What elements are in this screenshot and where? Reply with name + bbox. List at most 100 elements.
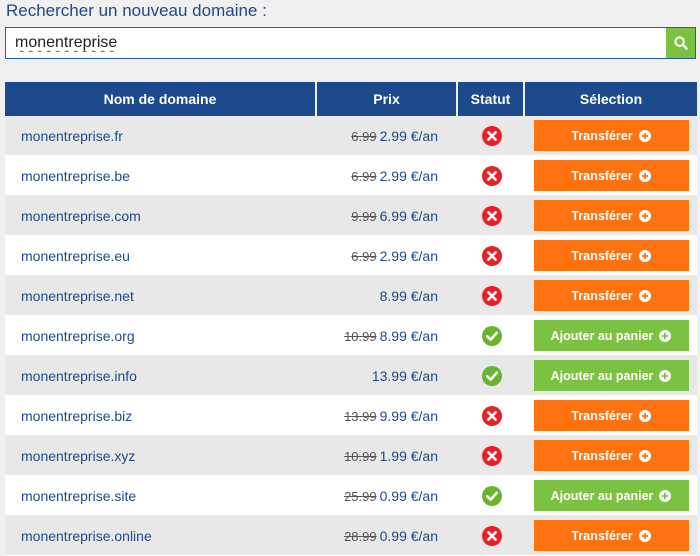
action-button-label: Transférer (571, 448, 633, 463)
action-button-label: Ajouter au panier (550, 488, 654, 503)
price-cell: 13.99 9.99 €/an (317, 396, 458, 436)
unavailable-cross-icon (481, 525, 502, 546)
column-header-selection: Sélection (525, 82, 697, 116)
table-row: monentreprise.site 25.99 0.99 €/an Ajoute… (5, 476, 697, 516)
transfer-button[interactable]: Transférer (533, 400, 689, 431)
add-to-cart-button[interactable]: Ajouter au panier (533, 480, 689, 511)
status-cell (458, 476, 525, 516)
action-button-label: Ajouter au panier (550, 328, 654, 343)
action-button-label: Transférer (571, 408, 633, 423)
status-cell (458, 316, 525, 356)
unavailable-cross-icon (481, 445, 502, 466)
column-header-price: Prix (317, 82, 458, 116)
current-price: 8.99 €/an (379, 327, 438, 344)
price-cell: 6.99 2.99 €/an (317, 116, 458, 156)
transfer-button[interactable]: Transférer (533, 440, 689, 471)
selection-cell: Ajouter au panier (525, 476, 697, 516)
current-price: 9.99 €/an (379, 407, 438, 424)
selection-cell: Transférer (525, 436, 697, 476)
column-header-status: Statut (458, 82, 525, 116)
domain-name: monentreprise.com (5, 196, 317, 236)
unavailable-cross-icon (481, 125, 502, 146)
available-check-icon (481, 325, 502, 346)
current-price: 0.99 €/an (379, 527, 438, 544)
current-price: 8.99 €/an (379, 287, 438, 304)
selection-cell: Transférer (525, 236, 697, 276)
table-row: monentreprise.be 6.99 2.99 €/an Transfére… (5, 156, 697, 196)
add-to-cart-button[interactable]: Ajouter au panier (533, 360, 689, 391)
current-price: 0.99 €/an (379, 487, 438, 504)
selection-cell: Transférer (525, 116, 697, 156)
price-cell: 9.99 6.99 €/an (317, 196, 458, 236)
price-cell: 25.99 0.99 €/an (317, 476, 458, 516)
action-button-label: Transférer (571, 248, 633, 263)
old-price: 28.99 (344, 528, 377, 544)
plus-circle-icon (659, 329, 672, 342)
table-row: monentreprise.fr 6.99 2.99 €/an Transfére… (5, 116, 697, 156)
transfer-button[interactable]: Transférer (533, 240, 689, 271)
selection-cell: Transférer (525, 516, 697, 556)
current-price: 2.99 €/an (379, 247, 438, 264)
domain-name: monentreprise.site (5, 476, 317, 516)
domain-name: monentreprise.net (5, 276, 317, 316)
table-row: monentreprise.org 10.99 8.99 €/an Ajouter… (5, 316, 697, 356)
domain-results-table: Nom de domaine Prix Statut Sélection mon… (5, 82, 697, 556)
plus-circle-icon (638, 249, 651, 262)
status-cell (458, 156, 525, 196)
action-button-label: Transférer (571, 528, 633, 543)
search-input[interactable] (6, 28, 666, 58)
plus-circle-icon (638, 169, 651, 182)
selection-cell: Ajouter au panier (525, 356, 697, 396)
current-price: 2.99 €/an (379, 127, 438, 144)
search-label: Rechercher un nouveau domaine : (6, 1, 267, 20)
column-header-domain: Nom de domaine (5, 82, 317, 116)
old-price: 10.99 (344, 448, 377, 464)
available-check-icon (481, 365, 502, 386)
price-cell: 6.99 2.99 €/an (317, 236, 458, 276)
table-header-row: Nom de domaine Prix Statut Sélection (5, 82, 697, 116)
selection-cell: Transférer (525, 196, 697, 236)
add-to-cart-button[interactable]: Ajouter au panier (533, 320, 689, 351)
unavailable-cross-icon (481, 405, 502, 426)
transfer-button[interactable]: Transférer (533, 280, 689, 311)
transfer-button[interactable]: Transférer (533, 120, 689, 151)
status-cell (458, 396, 525, 436)
action-button-label: Transférer (571, 128, 633, 143)
current-price: 6.99 €/an (379, 207, 438, 224)
old-price: 6.99 (351, 128, 377, 144)
price-cell: 13.99 €/an (317, 356, 458, 396)
domain-name: monentreprise.eu (5, 236, 317, 276)
transfer-button[interactable]: Transférer (533, 160, 689, 191)
search-box (5, 27, 696, 59)
old-price: 6.99 (351, 168, 377, 184)
plus-circle-icon (659, 369, 672, 382)
unavailable-cross-icon (481, 245, 502, 266)
price-cell: 10.99 8.99 €/an (317, 316, 458, 356)
available-check-icon (481, 485, 502, 506)
transfer-button[interactable]: Transférer (533, 520, 689, 551)
plus-circle-icon (638, 449, 651, 462)
table-row: monentreprise.biz 13.99 9.99 €/an Transfé… (5, 396, 697, 436)
table-row: monentreprise.eu 6.99 2.99 €/an Transfére… (5, 236, 697, 276)
unavailable-cross-icon (481, 165, 502, 186)
action-button-label: Ajouter au panier (550, 368, 654, 383)
old-price: 13.99 (344, 408, 377, 424)
domain-name: monentreprise.online (5, 516, 317, 556)
current-price: 2.99 €/an (379, 167, 438, 184)
price-cell: 6.99 2.99 €/an (317, 156, 458, 196)
price-cell: 8.99 €/an (317, 276, 458, 316)
plus-circle-icon (638, 129, 651, 142)
plus-circle-icon (638, 289, 651, 302)
domain-name: monentreprise.xyz (5, 436, 317, 476)
table-row: monentreprise.com 9.99 6.99 €/an Transfér… (5, 196, 697, 236)
action-button-label: Transférer (571, 288, 633, 303)
plus-circle-icon (659, 489, 672, 502)
table-row: monentreprise.info 13.99 €/an Ajouter au… (5, 356, 697, 396)
price-cell: 28.99 0.99 €/an (317, 516, 458, 556)
old-price: 6.99 (351, 248, 377, 264)
search-button[interactable] (666, 28, 695, 58)
transfer-button[interactable]: Transférer (533, 200, 689, 231)
unavailable-cross-icon (481, 285, 502, 306)
status-cell (458, 436, 525, 476)
old-price: 10.99 (344, 328, 377, 344)
